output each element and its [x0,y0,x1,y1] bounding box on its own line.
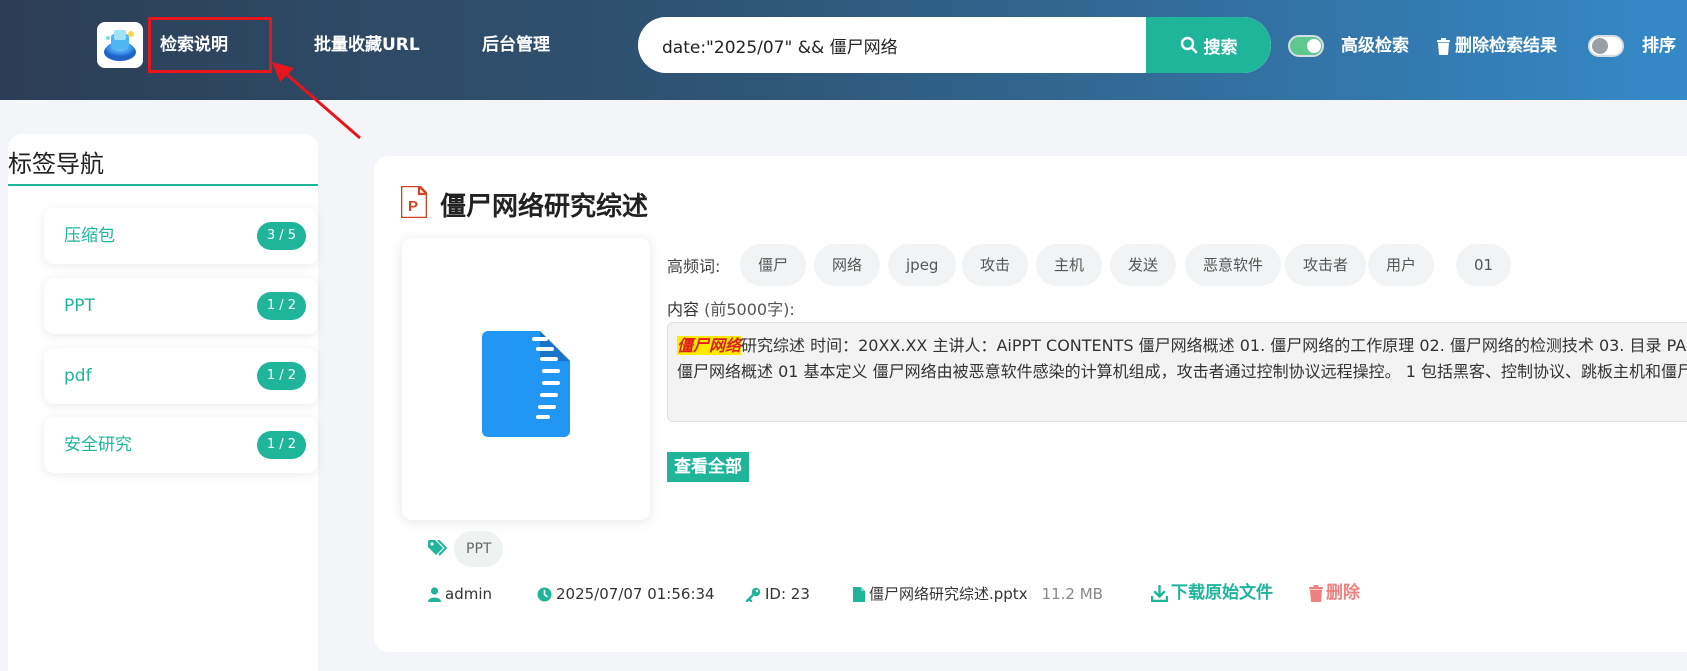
annotation-highlight-box [148,17,272,73]
file-thumbnail[interactable] [402,238,650,520]
sidebar-item-label: pdf [64,366,92,386]
count-badge: 1 / 2 [256,431,306,459]
meta-user-text: admin [445,585,492,603]
keyword-chip[interactable]: 用户 [1368,244,1435,286]
sidebar-item-label: 安全研究 [64,435,132,455]
keyword-chip[interactable]: 攻击者 [1285,244,1367,286]
delete-results-label: 删除检索结果 [1455,36,1557,56]
content-label-note: (前5000字): [704,300,795,319]
sidebar-item-ppt[interactable]: PPT 1 / 2 [44,278,318,334]
delete-button[interactable]: 删除 [1309,580,1360,606]
nav-admin[interactable]: 后台管理 [482,30,550,60]
meta-user: admin [428,582,492,606]
user-icon [428,586,441,602]
search-term-highlight: 僵尸网络 [677,336,742,355]
trash-icon [1309,584,1323,602]
file-icon [853,586,865,602]
advanced-search-toggle[interactable] [1288,35,1324,57]
count-badge: 3 / 5 [256,222,306,250]
meta-id: ID: 23 [746,582,810,606]
search-icon [1180,36,1197,54]
keyword-chip[interactable]: 僵尸 [740,244,807,286]
sidebar-item-pdf[interactable]: pdf 1 / 2 [44,348,318,404]
keyword-chip[interactable]: 攻击 [962,244,1029,286]
tags-icon [428,540,448,556]
keyword-chip[interactable]: 发送 [1110,244,1177,286]
search-input[interactable] [638,17,1146,73]
view-all-button[interactable]: 查看全部 [667,452,749,482]
keyword-chip[interactable]: 网络 [814,244,881,286]
sidebar-divider [8,184,318,186]
meta-datetime: 2025/07/07 01:56:34 [537,582,715,606]
svg-text:P: P [408,198,418,215]
download-label: 下载原始文件 [1171,583,1273,603]
count-badge: 1 / 2 [256,362,306,390]
sort-label: 排序 [1642,36,1676,56]
search-button-label: 搜索 [1203,37,1238,58]
content-text: 研究综述 时间：20XX.XX 主讲人：AiPPT CONTENTS 僵尸网络概… [677,336,1687,381]
trash-icon [1437,37,1450,55]
sidebar-title: 标签导航 [8,150,104,178]
download-button[interactable]: 下载原始文件 [1151,580,1273,606]
count-badge: 1 / 2 [256,292,306,320]
annotation-arrow-icon [272,62,361,140]
keyword-chip[interactable]: 01 [1456,244,1512,286]
sidebar-item-security-research[interactable]: 安全研究 1 / 2 [44,417,318,473]
ppt-file-icon: P [401,186,427,218]
type-tag[interactable]: PPT [454,531,504,567]
search-button[interactable]: 搜索 [1146,17,1271,73]
keywords-label: 高频词: [667,257,721,276]
advanced-search-label: 高级检索 [1341,36,1409,56]
sidebar-item-label: 压缩包 [64,226,115,246]
sidebar-item-archive[interactable]: 压缩包 3 / 5 [44,208,318,264]
content-preview: 僵尸网络研究综述 时间：20XX.XX 主讲人：AiPPT CONTENTS 僵… [667,322,1687,422]
delete-label: 删除 [1326,583,1360,603]
download-icon [1151,584,1168,602]
delete-results-button[interactable]: 删除检索结果 [1436,32,1557,60]
sort-toggle[interactable] [1588,35,1624,57]
keyword-chip[interactable]: 恶意软件 [1185,244,1282,286]
sidebar-item-label: PPT [64,296,95,316]
keyword-chip[interactable]: jpeg [888,244,957,286]
nav-batch-favorite-url[interactable]: 批量收藏URL [314,30,420,60]
meta-id-text: ID: 23 [765,585,810,603]
tag-sidebar: 标签导航 压缩包 3 / 5 PPT 1 / 2 pdf 1 / 2 安全研究 … [8,134,318,671]
result-title[interactable]: 僵尸网络研究综述 [440,186,648,223]
content-label-text: 内容 [667,300,700,319]
meta-filesize: 11.2 MB [1041,585,1103,603]
keyword-chip[interactable]: 主机 [1036,244,1103,286]
meta-file: 僵尸网络研究综述.pptx 11.2 MB [853,582,1103,606]
meta-datetime-text: 2025/07/07 01:56:34 [556,585,715,603]
content-label: 内容 (前5000字): [667,296,795,320]
app-logo[interactable] [97,22,143,68]
clock-icon [537,587,552,601]
archive-file-icon [482,331,570,437]
meta-filename: 僵尸网络研究综述.pptx [869,585,1028,603]
result-card: P 僵尸网络研究综述 高频词: 僵尸 网络 jpeg 攻击 主机 发送 恶意软件… [374,156,1687,652]
search-bar: 搜索 [638,17,1271,73]
key-icon [746,587,761,602]
